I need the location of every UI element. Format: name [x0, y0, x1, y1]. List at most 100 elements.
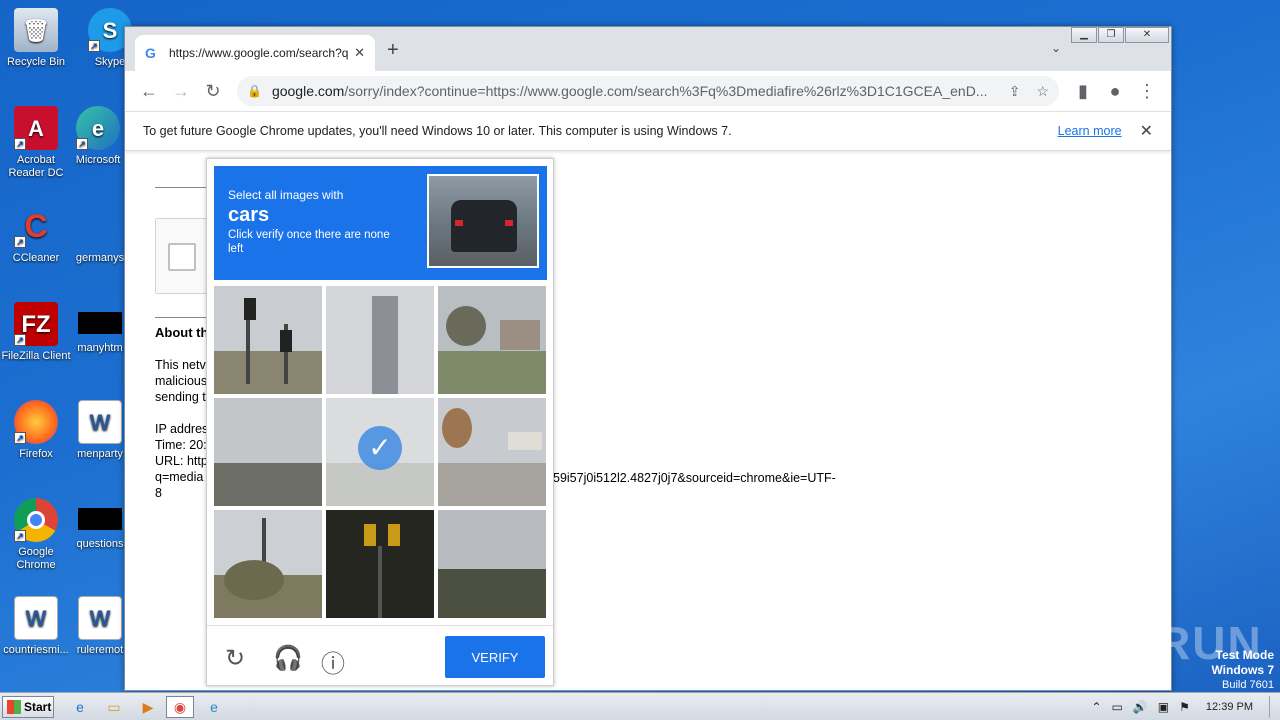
captcha-header: Select all images with cars Click verify…	[214, 166, 547, 280]
desktop-icon-label: CCleaner	[12, 252, 60, 264]
back-arrow-icon[interactable]: ←	[133, 75, 165, 107]
side-panel-icon[interactable]: ▮	[1067, 75, 1099, 107]
url-text-tail: 59i57j0i512l2.4827j0j7&sourceid=chrome&i…	[553, 471, 836, 485]
minimize-button[interactable]: ▁	[1071, 27, 1097, 43]
captcha-tile-3[interactable]	[438, 286, 546, 394]
desktop-icon-countriesmi[interactable]: W countriesmi...	[0, 596, 72, 657]
start-label: Start	[24, 700, 52, 714]
image-captcha-dialog: Select all images with cars Click verify…	[206, 158, 554, 686]
close-window-button[interactable]: ✕	[1125, 27, 1169, 43]
desktop-icon-label: Skype	[94, 56, 126, 68]
captcha-tile-7[interactable]	[214, 510, 322, 618]
desktop-icon-label: menparty	[77, 448, 123, 460]
maximize-button[interactable]: ❐	[1098, 27, 1124, 43]
firefox-icon: ↗	[14, 400, 58, 444]
windows-version-line: Windows 7	[1211, 663, 1274, 677]
captcha-image-grid: ✓	[214, 286, 547, 619]
chrome-icon: ↗	[14, 498, 58, 542]
taskbar: Start e ▭ ▶ ◉ e ⌃ ▭ 🔊 ▣ ⚑ 12:39 PM	[0, 692, 1280, 720]
tray-device-icon[interactable]: ▭	[1112, 700, 1123, 714]
taskbar-explorer-folder-icon[interactable]: ▭	[100, 696, 128, 718]
recaptcha-checkbox[interactable]	[168, 243, 196, 271]
captcha-tile-9[interactable]	[438, 510, 546, 618]
build-number-line: Build 7601	[1222, 679, 1274, 691]
captcha-tile-2[interactable]	[326, 286, 434, 394]
kebab-menu-icon[interactable]: ⋮	[1131, 75, 1163, 107]
reload-captcha-icon[interactable]: ↻	[225, 644, 245, 673]
tab-close-icon[interactable]: ✕	[354, 45, 365, 61]
infobar-message: To get future Google Chrome updates, you…	[143, 124, 732, 138]
action-center-flag-icon[interactable]: ⚑	[1179, 700, 1190, 714]
word-document-icon: W	[78, 596, 122, 640]
windows-flag-icon	[7, 700, 21, 714]
forward-arrow-icon[interactable]: →	[165, 75, 197, 107]
network-icon[interactable]: ▣	[1158, 700, 1169, 714]
desktop-icon-label: questions	[76, 538, 124, 550]
browser-tab[interactable]: G https://www.google.com/search?q= ✕	[135, 35, 375, 71]
bookmark-star-icon[interactable]: ☆	[1036, 83, 1049, 100]
reload-icon[interactable]: ↻	[197, 75, 229, 107]
tab-search-chevron-icon[interactable]: ⌄	[1051, 41, 1061, 55]
file-icon	[78, 204, 122, 248]
desktop-icon-label: Acrobat Reader DC	[8, 154, 64, 179]
taskbar-ie-icon[interactable]: e	[66, 696, 94, 718]
desktop-icon-label: Firefox	[19, 448, 53, 460]
about-heading: About th	[155, 325, 209, 340]
captcha-tile-6[interactable]	[438, 398, 546, 506]
captcha-target-label: cars	[228, 204, 270, 226]
desktop-icon-label: germanys	[75, 252, 125, 264]
windows-test-mode-label: Test Mode Windows 7 Build 7601	[1211, 648, 1274, 693]
address-bar[interactable]: 🔒 google.com /sorry/index?continue=https…	[237, 76, 1059, 106]
file-thumbnail-icon	[78, 312, 122, 334]
verify-button[interactable]: VERIFY	[445, 636, 545, 678]
update-infobar: To get future Google Chrome updates, you…	[125, 111, 1171, 151]
lock-icon: 🔒	[247, 84, 262, 98]
taskbar-clock[interactable]: 12:39 PM	[1206, 701, 1253, 713]
filezilla-icon: FZ ↗	[14, 302, 58, 346]
infobar-close-icon[interactable]: ✕	[1140, 121, 1153, 141]
tab-title: https://www.google.com/search?q=	[169, 46, 349, 60]
url-path: /sorry/index?continue=https://www.google…	[344, 83, 988, 99]
desktop-icon-label: manyhtm	[77, 342, 123, 354]
car-image	[451, 200, 517, 252]
url-host: google.com	[271, 83, 345, 99]
start-button[interactable]: Start	[2, 696, 54, 718]
desktop-icon-ccleaner[interactable]: C ↗ CCleaner	[0, 204, 72, 265]
profile-avatar-icon[interactable]: ●	[1099, 75, 1131, 107]
desktop-icon-google-chrome[interactable]: ↗ Google Chrome	[0, 498, 72, 572]
captcha-footer: ↻ 🎧 ⓘ VERIFY	[207, 625, 553, 685]
info-icon[interactable]: ⓘ	[321, 644, 345, 679]
desktop-icon-label: Microsoft	[75, 154, 121, 166]
desktop-icon-label: Google Chrome	[16, 546, 56, 571]
word-document-icon: W	[14, 596, 58, 640]
captcha-sample-image	[427, 174, 539, 268]
window-controls: ▁ ❐ ✕	[1070, 27, 1169, 43]
share-icon[interactable]: ⇪	[1009, 83, 1021, 100]
desktop-icon-label: countriesmi...	[3, 644, 69, 656]
show-desktop-button[interactable]	[1269, 696, 1270, 718]
volume-icon[interactable]: 🔊	[1133, 700, 1148, 714]
tray-expand-icon[interactable]: ⌃	[1091, 700, 1101, 714]
audio-headphones-icon[interactable]: 🎧	[273, 644, 303, 673]
new-tab-icon[interactable]: +	[387, 39, 399, 62]
desktop-icon-label: FileZilla Client	[1, 350, 71, 362]
recycle-bin-icon: 🗑	[14, 8, 58, 52]
learn-more-link[interactable]: Learn more	[1058, 124, 1122, 138]
desktop-icon-label: Recycle Bin	[6, 56, 66, 68]
ccleaner-icon: C ↗	[14, 204, 58, 248]
captcha-tile-8[interactable]	[326, 510, 434, 618]
desktop-icon-label: ruleremot	[76, 644, 124, 656]
word-document-icon: W	[78, 400, 122, 444]
taskbar-chrome-icon[interactable]: ◉	[166, 696, 194, 718]
captcha-tile-5-selected[interactable]: ✓	[326, 398, 434, 506]
system-tray: ⌃ ▭ 🔊 ▣ ⚑ 12:39 PM	[1091, 693, 1270, 720]
desktop-icon-firefox[interactable]: ↗ Firefox	[0, 400, 72, 461]
desktop-icon-recycle-bin[interactable]: 🗑 Recycle Bin	[0, 8, 72, 69]
taskbar-edge-icon[interactable]: e	[200, 696, 228, 718]
captcha-tile-1[interactable]	[214, 286, 322, 394]
desktop-icon-filezilla[interactable]: FZ ↗ FileZilla Client	[0, 302, 72, 363]
selected-check-icon: ✓	[358, 426, 402, 470]
captcha-tile-4[interactable]	[214, 398, 322, 506]
taskbar-media-player-icon[interactable]: ▶	[134, 696, 162, 718]
captcha-instructions: Click verify once there are none left	[228, 229, 390, 255]
